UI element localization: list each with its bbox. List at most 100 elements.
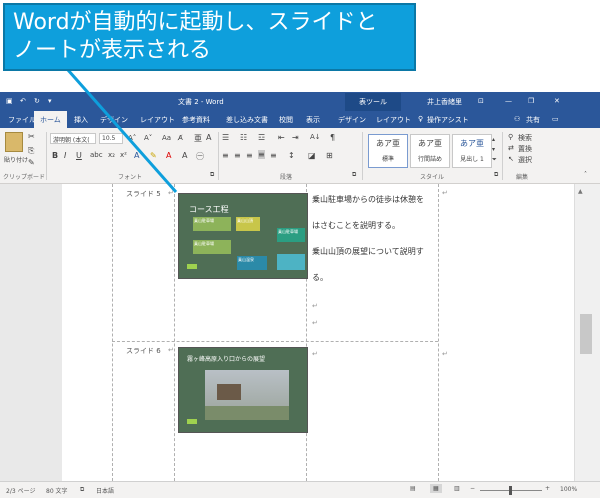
distributed-icon[interactable]: ≡ bbox=[270, 151, 277, 160]
font-dialog-icon[interactable]: ⧉ bbox=[210, 171, 214, 179]
slide-5-thumbnail[interactable]: コース工程 乗山駐車場 乗山山頂 乗山駐車場 乗山温泉 乗山駐車場 bbox=[178, 193, 308, 279]
document-page[interactable]: スライド 5 ↵ コース工程 乗山駐車場 乗山山頂 乗山駐車場 乗山温泉 乗山駐… bbox=[62, 184, 574, 481]
paste-label[interactable]: 貼り付け bbox=[4, 155, 28, 164]
shrink-font-icon[interactable]: A˅ bbox=[144, 134, 152, 142]
format-painter-icon[interactable]: ✎ bbox=[28, 158, 35, 167]
style-heading-1[interactable]: あア亜 見出し 1 bbox=[452, 134, 492, 168]
group-divider bbox=[502, 132, 503, 180]
subscript-icon[interactable]: x₂ bbox=[108, 151, 115, 159]
user-name[interactable]: 井上香緒里 bbox=[427, 97, 462, 107]
clear-format-icon[interactable]: A̸ bbox=[178, 134, 183, 142]
web-layout-icon[interactable]: ▥ bbox=[454, 485, 460, 492]
numbering-icon[interactable]: ☷ bbox=[240, 133, 247, 142]
read-mode-icon[interactable]: ▤ bbox=[410, 485, 416, 492]
cut-icon[interactable]: ✂ bbox=[28, 132, 35, 141]
bold-icon[interactable]: B bbox=[52, 151, 58, 160]
replace-icon[interactable]: ⇄ bbox=[508, 144, 514, 152]
tell-me-box[interactable]: 操作アシスト bbox=[427, 115, 469, 125]
sort-icon[interactable]: A↓ bbox=[310, 133, 321, 141]
styles-more-icon[interactable]: ⏷ bbox=[492, 156, 497, 164]
tab-view[interactable]: 表示 bbox=[306, 115, 320, 125]
select-icon[interactable]: ↖ bbox=[508, 155, 514, 163]
word-count[interactable]: 80 文字 bbox=[46, 486, 68, 495]
text-effects-icon[interactable]: A bbox=[134, 151, 139, 160]
minimize-icon[interactable]: — bbox=[505, 97, 512, 105]
share-icon[interactable]: ⚇ bbox=[514, 115, 520, 123]
zoom-out-icon[interactable]: − bbox=[470, 485, 475, 492]
maximize-icon[interactable]: ❐ bbox=[528, 97, 534, 105]
char-border-icon[interactable]: A bbox=[206, 133, 211, 142]
underline-icon[interactable]: U bbox=[76, 151, 82, 160]
tab-table-layout[interactable]: レイアウト bbox=[376, 115, 411, 125]
slide-6-thumbnail[interactable]: 霧ヶ峰高原入り口からの展望 bbox=[178, 347, 308, 433]
tab-review[interactable]: 校閲 bbox=[279, 115, 293, 125]
scroll-thumb[interactable] bbox=[580, 314, 592, 354]
borders-icon[interactable]: ⊞ bbox=[326, 151, 333, 160]
replace-label[interactable]: 置換 bbox=[518, 144, 532, 154]
bullets-icon[interactable]: ☰ bbox=[222, 133, 229, 142]
tab-mailings[interactable]: 差し込み文書 bbox=[226, 115, 268, 125]
phonetic-guide-icon[interactable]: 亜 bbox=[194, 133, 202, 144]
italic-icon[interactable]: I bbox=[64, 151, 66, 160]
font-group-label: フォント bbox=[118, 174, 143, 181]
multilevel-list-icon[interactable]: ☲ bbox=[258, 133, 265, 142]
enclose-char-icon[interactable]: ㊀ bbox=[196, 151, 204, 162]
shading-icon[interactable]: ◪ bbox=[308, 151, 316, 160]
vertical-scrollbar[interactable]: ▲ bbox=[574, 184, 600, 481]
grow-font-icon[interactable]: A˄ bbox=[128, 134, 136, 142]
show-marks-icon[interactable]: ¶ bbox=[330, 133, 335, 142]
find-icon[interactable]: ⚲ bbox=[508, 133, 513, 141]
style-no-spacing[interactable]: あア亜 行間詰め bbox=[410, 134, 450, 168]
collapse-ribbon-icon[interactable]: ˄ bbox=[584, 171, 587, 178]
page-count[interactable]: 2/3 ページ bbox=[6, 486, 35, 495]
styles-scroll-up-icon[interactable]: ▴ bbox=[492, 136, 495, 143]
select-label[interactable]: 選択 bbox=[518, 155, 532, 165]
decrease-indent-icon[interactable]: ⇤ bbox=[278, 133, 285, 142]
zoom-slider-thumb[interactable] bbox=[509, 486, 512, 495]
redo-icon[interactable]: ↻ bbox=[34, 97, 40, 105]
increase-indent-icon[interactable]: ⇥ bbox=[292, 133, 299, 142]
styles-dialog-icon[interactable]: ⧉ bbox=[494, 171, 498, 179]
tab-layout[interactable]: レイアウト bbox=[140, 115, 175, 125]
ribbon-display-icon[interactable]: ⊡ bbox=[478, 97, 484, 105]
tab-file[interactable]: ファイル bbox=[8, 115, 36, 125]
font-size-select[interactable]: 10.5 bbox=[99, 133, 123, 144]
font-name-select[interactable]: 游明朝 (本文( bbox=[50, 133, 96, 144]
tab-table-design[interactable]: デザイン bbox=[338, 115, 366, 125]
strikethrough-icon[interactable]: abc bbox=[90, 151, 103, 159]
close-icon[interactable]: ✕ bbox=[554, 97, 560, 105]
font-color-icon[interactable]: A bbox=[166, 151, 171, 160]
paste-icon[interactable] bbox=[5, 132, 23, 152]
tab-insert[interactable]: 挿入 bbox=[74, 115, 88, 125]
style-normal[interactable]: あア亜 標準 bbox=[368, 134, 408, 168]
highlight-icon[interactable]: ✎ bbox=[150, 151, 157, 160]
zoom-level[interactable]: 100% bbox=[560, 486, 577, 493]
superscript-icon[interactable]: x² bbox=[120, 151, 127, 159]
copy-icon[interactable]: ⎘ bbox=[28, 146, 34, 156]
proofing-icon[interactable]: ⧉ bbox=[80, 486, 84, 494]
find-label[interactable]: 検索 bbox=[518, 133, 532, 143]
tab-references[interactable]: 参考資料 bbox=[182, 115, 210, 125]
styles-scroll-down-icon[interactable]: ▾ bbox=[492, 146, 495, 153]
undo-icon[interactable]: ↶ bbox=[20, 97, 26, 105]
paragraph-mark: ↵ bbox=[312, 319, 318, 327]
char-shading-icon[interactable]: A bbox=[182, 151, 187, 160]
notes-line: はさむことを説明する。 bbox=[312, 221, 400, 230]
print-layout-icon[interactable]: ▦ bbox=[430, 484, 442, 493]
share-label[interactable]: 共有 bbox=[526, 115, 540, 125]
tab-design[interactable]: デザイン bbox=[100, 115, 128, 125]
customize-qat-icon[interactable]: ▾ bbox=[48, 97, 52, 105]
justify-icon[interactable]: ≡ bbox=[258, 150, 265, 159]
align-center-icon[interactable]: ≡ bbox=[234, 151, 241, 160]
zoom-in-icon[interactable]: + bbox=[545, 485, 550, 492]
table-gridline bbox=[174, 184, 175, 481]
align-left-icon[interactable]: ≡ bbox=[222, 151, 229, 160]
save-icon[interactable]: ▣ bbox=[6, 97, 13, 105]
paragraph-dialog-icon[interactable]: ⧉ bbox=[352, 171, 356, 179]
language-label[interactable]: 日本語 bbox=[96, 486, 114, 495]
line-spacing-icon[interactable]: ↕ bbox=[288, 151, 295, 160]
align-right-icon[interactable]: ≡ bbox=[246, 151, 253, 160]
scroll-up-icon[interactable]: ▲ bbox=[578, 188, 583, 195]
change-case-icon[interactable]: Aa bbox=[162, 134, 171, 142]
comments-icon[interactable]: ▭ bbox=[552, 115, 559, 123]
